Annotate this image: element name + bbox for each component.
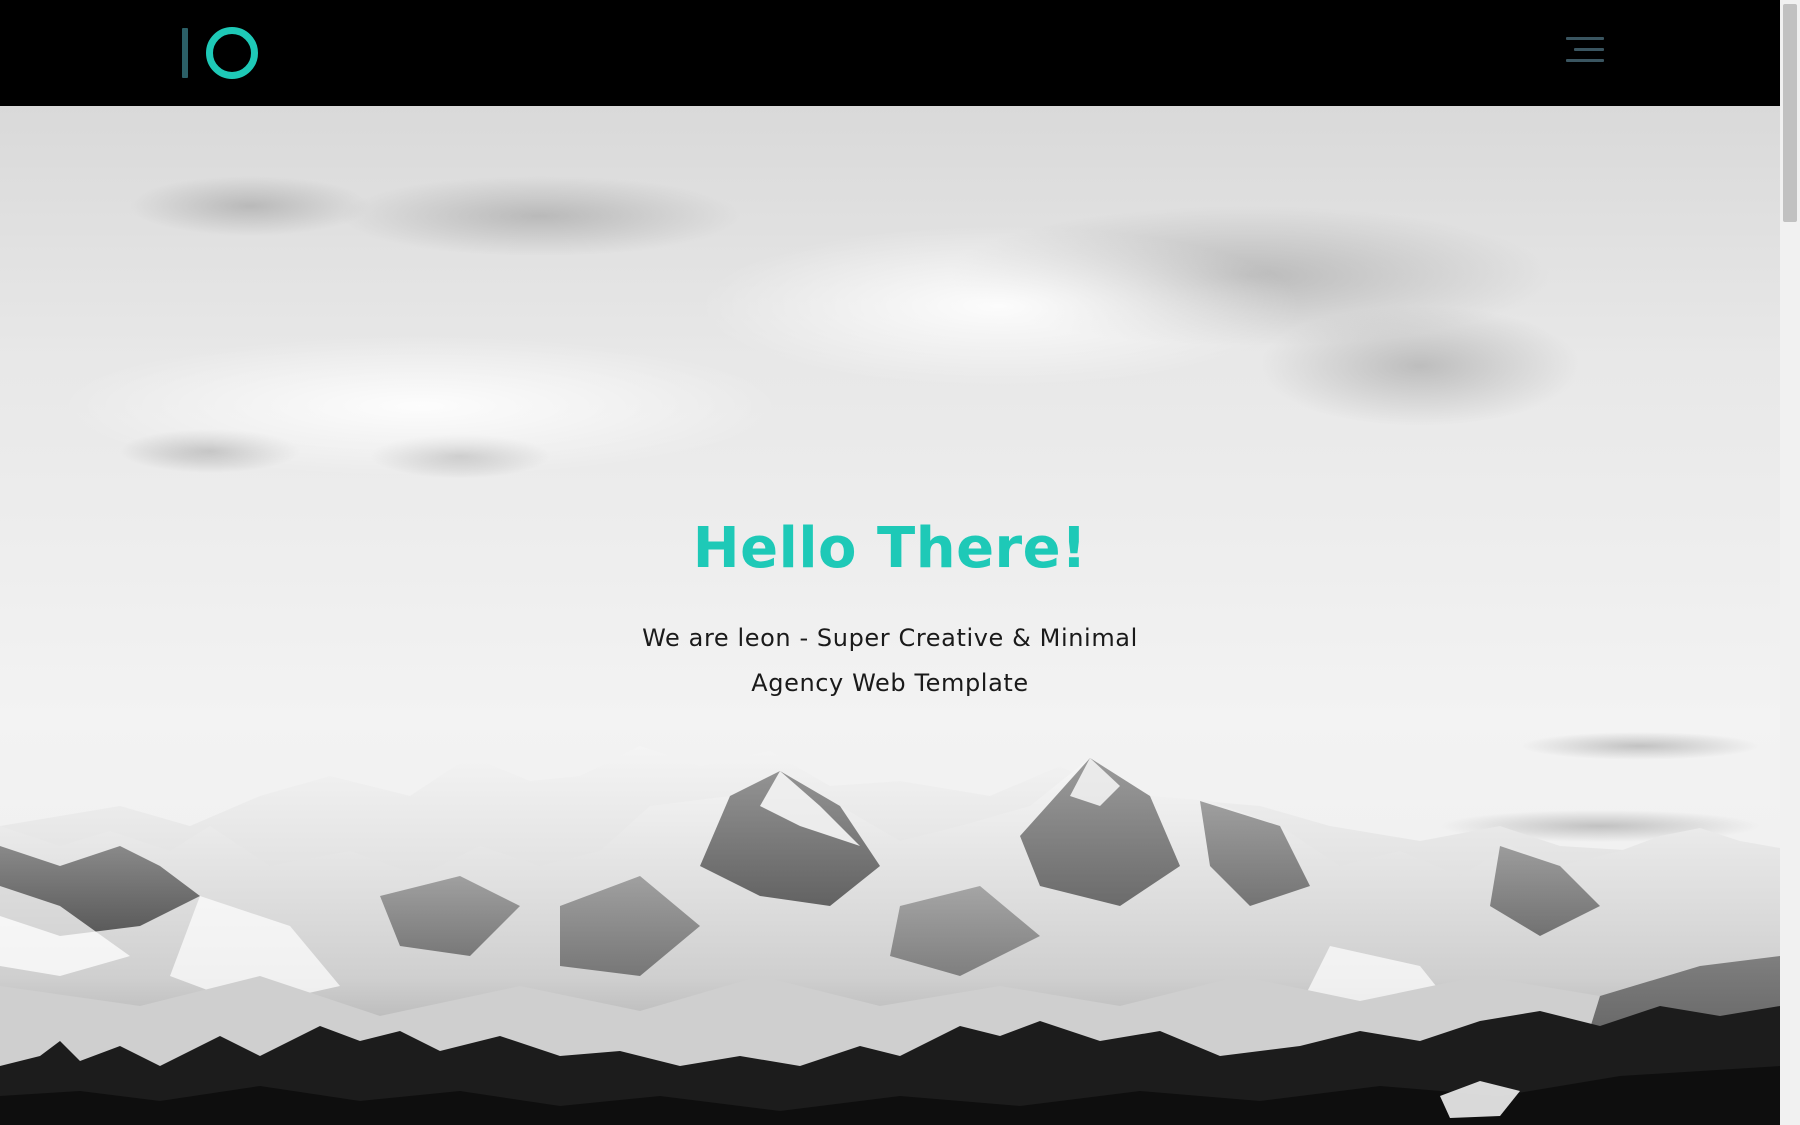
hero-subtitle: We are leon - Super Creative & Minimal A… bbox=[0, 616, 1780, 706]
menu-line-icon bbox=[1566, 59, 1604, 62]
site-header bbox=[0, 0, 1780, 106]
logo-bar-icon bbox=[182, 28, 188, 78]
scrollbar-thumb[interactable] bbox=[1783, 4, 1797, 222]
hero-section: Hello There! We are leon - Super Creativ… bbox=[0, 106, 1780, 1125]
vertical-scrollbar[interactable] bbox=[1780, 0, 1800, 1125]
hamburger-menu-button[interactable] bbox=[1560, 34, 1604, 66]
menu-line-icon bbox=[1574, 48, 1604, 51]
hero-subtitle-line1: We are leon - Super Creative & Minimal bbox=[642, 624, 1138, 652]
site-logo[interactable] bbox=[182, 26, 258, 80]
hero-title: Hello There! bbox=[692, 516, 1088, 581]
menu-line-icon bbox=[1566, 37, 1604, 40]
logo-ring-icon bbox=[206, 27, 258, 79]
page-viewport: Hello There! We are leon - Super Creativ… bbox=[0, 0, 1780, 1125]
hero-subtitle-line2: Agency Web Template bbox=[751, 669, 1029, 697]
